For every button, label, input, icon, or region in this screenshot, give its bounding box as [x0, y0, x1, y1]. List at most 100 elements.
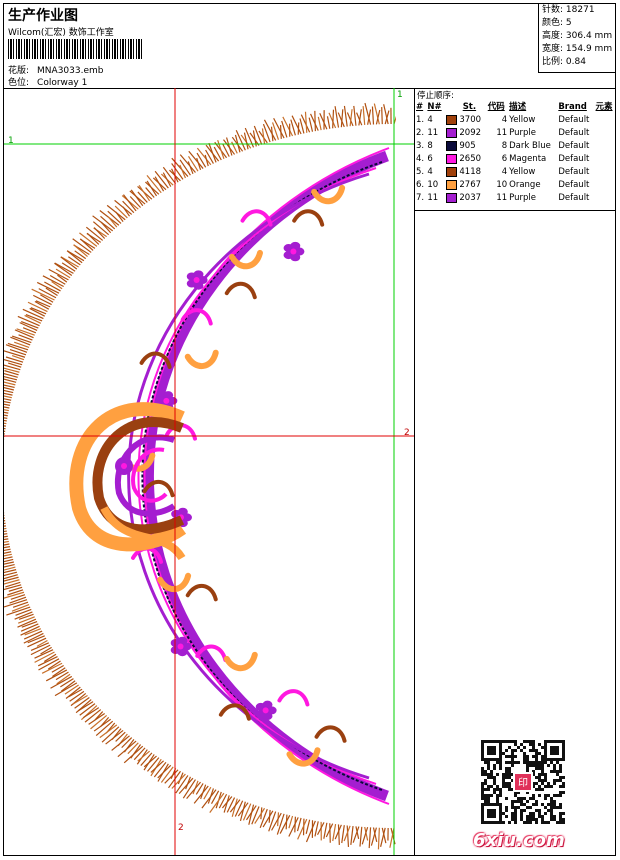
row-needle: 11 [427, 193, 439, 203]
row-index: 3. [416, 141, 425, 151]
colorway-value: Colorway 1 [37, 78, 88, 88]
fringe-stitch [4, 425, 7, 427]
table-row: 6. 10 2767 10 Orange Default [415, 179, 616, 192]
fringe-stitch [326, 116, 331, 129]
fringe-stitch [17, 616, 35, 624]
row-brand: Default [558, 193, 590, 203]
fringe-stitch [4, 525, 7, 527]
row-code: 6 [501, 154, 508, 164]
row-stitches: 905 [445, 140, 487, 153]
row-description: Purple [509, 193, 536, 203]
fringe-stitch [279, 815, 291, 834]
row-element [595, 140, 616, 153]
row-element [595, 192, 616, 205]
color-swatch [445, 114, 457, 125]
row-element [595, 166, 616, 179]
dark-blue-running-stitch [141, 161, 383, 791]
fringe-stitch [393, 115, 396, 125]
design-preview: 1 1 2 2 [4, 88, 414, 855]
production-sheet: 生产作业图 Wilcom(汇宏) 数饰工作室 花版: MNA3033.emb 色位… [3, 3, 616, 856]
row-stitches: 3700 [445, 114, 487, 127]
color-swatch [445, 127, 457, 138]
row-code: 4 [501, 115, 508, 125]
motif [224, 281, 257, 300]
fringe-stitch [140, 752, 153, 766]
fringe-stitch [4, 430, 6, 432]
row-index: 7. [416, 193, 425, 203]
table-row: 4. 6 2650 6 Magenta Default [415, 153, 616, 166]
guide-lines: 1 1 2 2 [4, 88, 414, 855]
fringe-stitch [359, 826, 363, 847]
stat-scale: 比例: 0.84 [542, 57, 586, 67]
fringe-stitch [308, 117, 314, 132]
row-stitches: 2037 [445, 192, 487, 205]
fringe-stitch [137, 750, 150, 762]
fringe-stitch [4, 433, 5, 435]
fringe-stitch [291, 115, 302, 135]
fringe-border [4, 102, 396, 850]
row-needle: 11 [427, 128, 439, 138]
row-code: 11 [496, 128, 508, 138]
fringe-stitch [4, 530, 7, 533]
guide-label-v1: 1 [397, 90, 403, 100]
fringe-stitch [296, 817, 302, 832]
fringe-stitch [299, 118, 305, 134]
row-brand: Default [558, 180, 590, 190]
table-row: 3. 8 905 8 Dark Blue Default [415, 140, 616, 153]
fringe-stitch [337, 824, 340, 845]
colorway-row: 色位: Colorway 1 [8, 75, 87, 88]
fringe-stitch [4, 517, 5, 519]
fringe-stitch [297, 818, 308, 840]
stop-sequence-table: # N# St. 代码 描述 Brand 元素 1. 4 3700 4 Yellow D… [415, 101, 616, 205]
fringe-stitch [334, 106, 340, 128]
fringe-stitch [51, 664, 64, 673]
stop-sequence-title: 停止顺序: [417, 91, 454, 101]
row-code: 10 [496, 180, 508, 190]
motif [223, 651, 258, 672]
row-brand: Default [558, 128, 590, 138]
sheet-title: 生产作业图 [8, 8, 78, 24]
guide-label-h2: 2 [404, 428, 410, 438]
fringe-stitch [15, 608, 32, 616]
guide-label-h1: 1 [8, 136, 14, 146]
fringe-stitch [154, 176, 165, 192]
color-swatch [445, 192, 457, 203]
color-swatch [445, 140, 457, 151]
stat-height: 高度: 306.4 mm [542, 31, 613, 41]
col-description: 描述 [509, 102, 527, 112]
motif [283, 241, 305, 262]
fringe-stitch [4, 520, 6, 522]
row-description: Yellow [509, 115, 536, 125]
row-brand: Default [558, 141, 590, 151]
fringe-stitch [377, 827, 380, 850]
seal-mark: 印 [518, 777, 528, 789]
table-row: 7. 11 2037 11 Purple Default [415, 192, 616, 205]
row-index: 6. [416, 180, 425, 190]
fringe-stitch [305, 820, 316, 843]
colorway-label: 色位: [8, 78, 30, 88]
fringe-stitch [270, 126, 274, 142]
fringe-stitch [332, 109, 335, 129]
fringe-stitch [288, 817, 299, 837]
guide-label-v2: 2 [178, 823, 184, 833]
row-stitches: 4118 [445, 166, 487, 179]
floral-motifs [121, 184, 347, 767]
stat-stitches: 针数: 18271 [542, 5, 595, 15]
row-index: 2. [416, 128, 425, 138]
row-brand: Default [558, 115, 590, 125]
color-swatch [445, 153, 457, 164]
row-brand: Default [558, 154, 590, 164]
fringe-stitch [279, 125, 282, 139]
fringe-stitch [346, 825, 350, 847]
color-swatch [445, 179, 457, 190]
fringe-stitch [368, 827, 372, 849]
fringe-stitch [146, 180, 158, 197]
fringe-stitch [4, 422, 7, 425]
fringe-stitch [371, 106, 375, 125]
row-needle: 10 [427, 180, 439, 190]
motif [314, 725, 347, 743]
table-row: 2. 11 2092 11 Purple Default [415, 127, 616, 140]
motif [255, 700, 277, 721]
design-stats: 针数: 18271 颜色: 5 高度: 306.4 mm 宽度: 154.9 m… [538, 4, 616, 73]
row-stitches: 2650 [445, 153, 487, 166]
